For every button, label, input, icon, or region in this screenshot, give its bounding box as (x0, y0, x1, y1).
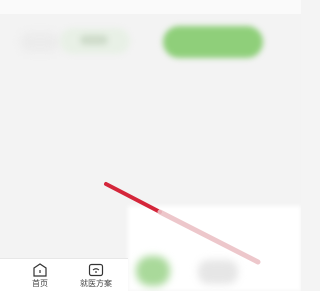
overlay-gray-button[interactable] (198, 260, 238, 284)
tab-label: 首页 (32, 279, 48, 288)
tab-label: 就医方案 (80, 279, 112, 288)
home-icon (33, 263, 47, 277)
wifi-icon (88, 263, 104, 277)
app-screen: 首页 就医方案 (0, 0, 301, 291)
tab-plan[interactable]: 就医方案 (66, 259, 126, 291)
blurred-element (20, 32, 60, 52)
top-strip (0, 0, 301, 14)
bottom-tab-bar: 首页 就医方案 (0, 258, 128, 291)
secondary-button-label-blur (80, 35, 108, 45)
primary-button[interactable] (163, 26, 263, 58)
tab-home[interactable]: 首页 (10, 259, 70, 291)
overlay-green-button[interactable] (136, 256, 170, 286)
action-row (0, 18, 301, 68)
